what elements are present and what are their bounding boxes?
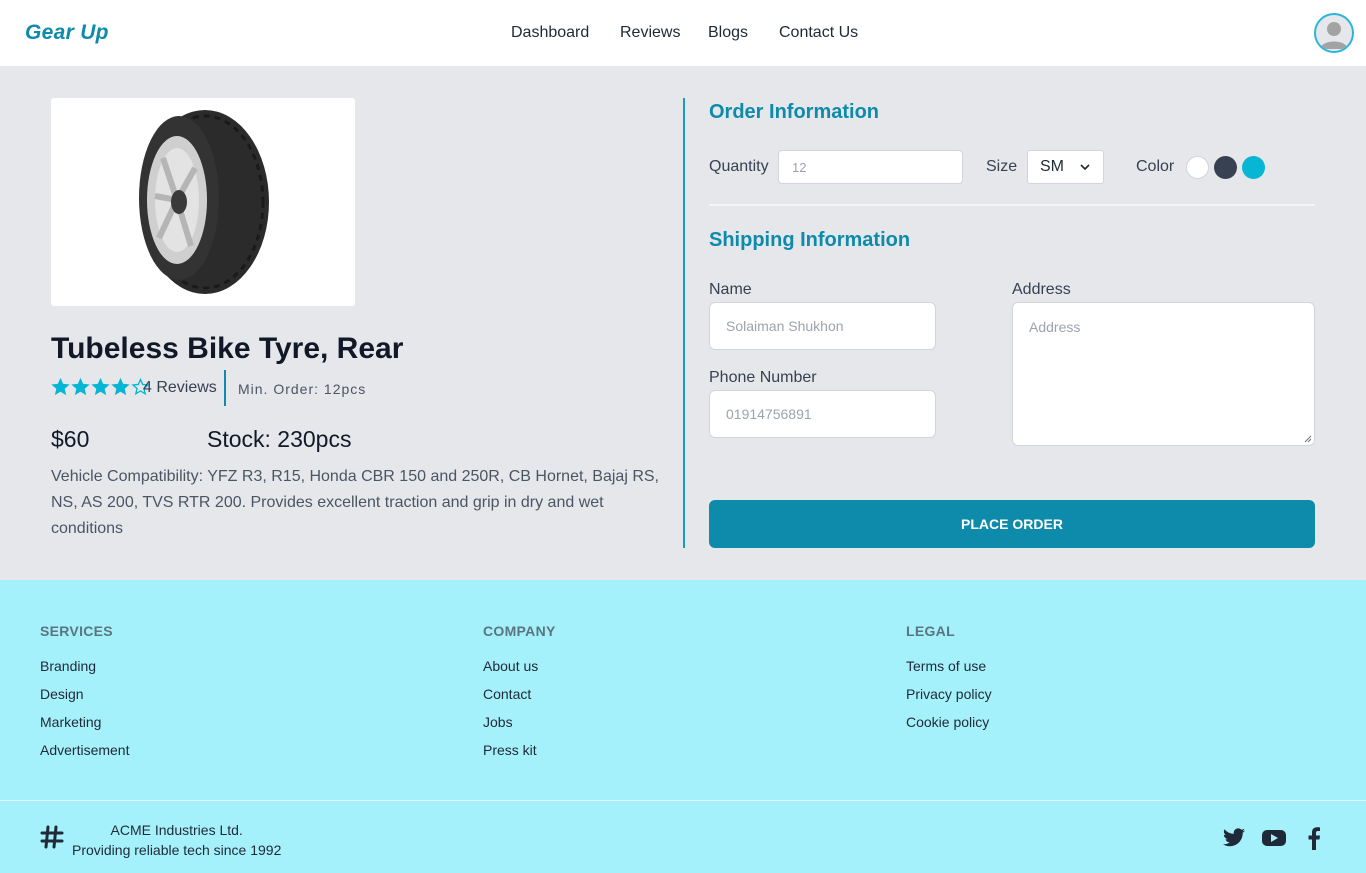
- product-image: [51, 98, 355, 306]
- tyre-image: [139, 110, 269, 294]
- footer-link-branding[interactable]: Branding: [40, 658, 96, 674]
- order-info-title: Order Information: [709, 101, 880, 123]
- chevron-down-icon: [1080, 164, 1090, 171]
- color-swatch-cyan[interactable]: [1242, 156, 1265, 179]
- user-avatar-icon[interactable]: [1314, 13, 1354, 53]
- size-select[interactable]: SM: [1027, 150, 1104, 184]
- footer-services-title: SERVICES: [40, 623, 113, 639]
- size-value: SM: [1040, 158, 1064, 175]
- nav-blogs[interactable]: Blogs: [708, 24, 748, 42]
- star-filled-icon: [111, 378, 130, 396]
- footer-link-press-kit[interactable]: Press kit: [483, 742, 537, 758]
- star-filled-icon: [71, 378, 90, 396]
- top-navbar: Gear Up Dashboard Reviews Blogs Contact …: [0, 0, 1366, 66]
- footer-link-marketing[interactable]: Marketing: [40, 714, 101, 730]
- company-name: ACME Industries Ltd.: [110, 822, 243, 838]
- footer-link-about-us[interactable]: About us: [483, 658, 538, 674]
- place-order-button[interactable]: PLACE ORDER: [709, 500, 1315, 548]
- facebook-icon[interactable]: [1306, 826, 1322, 850]
- quantity-input[interactable]: 12: [778, 150, 963, 184]
- color-swatch-dark[interactable]: [1214, 156, 1237, 179]
- color-label: Color: [1136, 158, 1175, 175]
- twitter-icon[interactable]: [1222, 826, 1246, 850]
- star-filled-icon: [51, 378, 70, 396]
- resize-handle-icon[interactable]: [1304, 435, 1312, 443]
- section-divider: [709, 204, 1315, 206]
- footer-divider: [0, 800, 1366, 801]
- column-divider: [683, 98, 685, 548]
- quantity-label: Quantity: [709, 158, 769, 175]
- brand-logo[interactable]: Gear Up: [25, 21, 109, 45]
- nav-reviews[interactable]: Reviews: [620, 24, 680, 42]
- color-swatch-white[interactable]: [1186, 156, 1209, 179]
- footer-link-jobs[interactable]: Jobs: [483, 714, 513, 730]
- shipping-info-title: Shipping Information: [709, 229, 911, 251]
- star-filled-icon: [91, 378, 110, 396]
- footer-link-design[interactable]: Design: [40, 686, 84, 702]
- product-stock: Stock: 230pcs: [207, 426, 352, 452]
- product-price: $60: [51, 426, 90, 452]
- product-order-section: Tubeless Bike Tyre, Rear 4 Reviews Min. …: [0, 66, 1366, 580]
- footer-link-terms[interactable]: Terms of use: [906, 658, 986, 674]
- footer-legal-title: LEGAL: [906, 623, 955, 639]
- company-tagline: Providing reliable tech since 1992: [72, 842, 282, 858]
- phone-label: Phone Number: [709, 369, 817, 386]
- nav-dashboard[interactable]: Dashboard: [511, 24, 589, 42]
- address-placeholder: Address: [1029, 319, 1081, 335]
- product-title: Tubeless Bike Tyre, Rear: [51, 332, 404, 365]
- footer-link-advertisement[interactable]: Advertisement: [40, 742, 129, 758]
- address-label: Address: [1012, 281, 1071, 298]
- footer-company-title: COMPANY: [483, 623, 556, 639]
- min-order: Min. Order: 12pcs: [238, 381, 367, 397]
- review-count[interactable]: 4 Reviews: [143, 379, 217, 397]
- size-label: Size: [986, 158, 1018, 175]
- meta-divider: [224, 370, 226, 406]
- address-textarea[interactable]: Address: [1012, 302, 1315, 446]
- footer: SERVICES Branding Design Marketing Adver…: [0, 580, 1366, 873]
- nav-contact-us[interactable]: Contact Us: [779, 24, 858, 42]
- footer-link-privacy[interactable]: Privacy policy: [906, 686, 992, 702]
- company-info: ACME Industries Ltd. Providing reliable …: [72, 820, 281, 860]
- name-label: Name: [709, 281, 752, 298]
- footer-link-cookie[interactable]: Cookie policy: [906, 714, 989, 730]
- product-description: Vehicle Compatibility: YFZ R3, R15, Hond…: [51, 468, 659, 537]
- name-input[interactable]: Solaiman Shukhon: [709, 302, 936, 350]
- youtube-icon[interactable]: [1261, 826, 1287, 850]
- footer-link-contact[interactable]: Contact: [483, 686, 531, 702]
- phone-input[interactable]: 01914756891: [709, 390, 936, 438]
- hashtag-logo-icon: [40, 825, 64, 849]
- rating-stars: [51, 378, 150, 396]
